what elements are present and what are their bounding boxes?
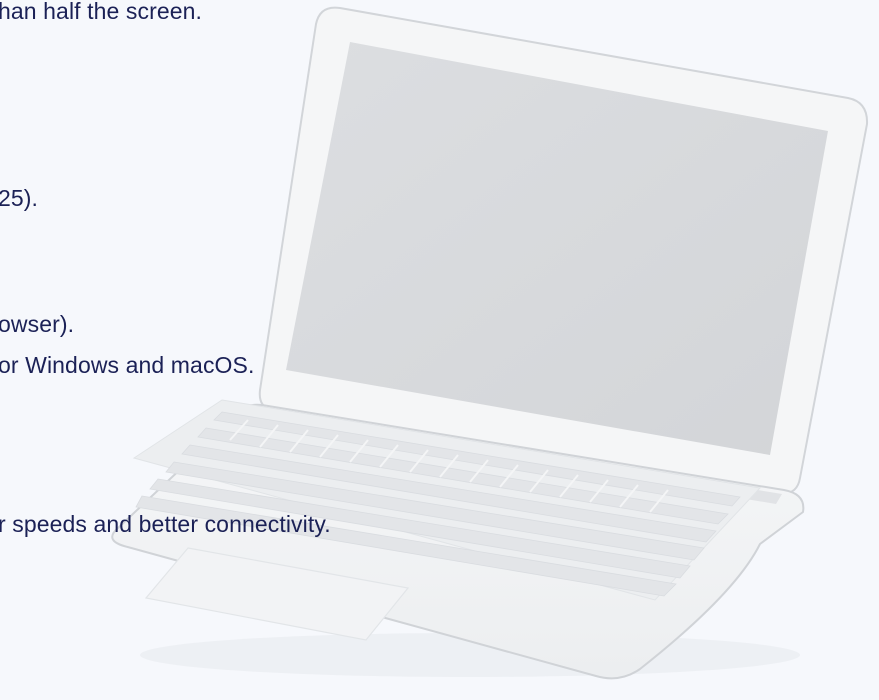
requirement-line-version: 25).: [0, 185, 39, 211]
laptop-illustration: [111, 6, 869, 680]
requirement-line-browser: owser).: [0, 311, 75, 337]
page: han half the screen. 25). owser). or Win…: [0, 0, 879, 700]
requirement-line-display: han half the screen.: [0, 0, 203, 24]
requirement-line-network: r speeds and better connectivity.: [0, 511, 331, 537]
requirement-line-os: or Windows and macOS.: [0, 352, 255, 378]
